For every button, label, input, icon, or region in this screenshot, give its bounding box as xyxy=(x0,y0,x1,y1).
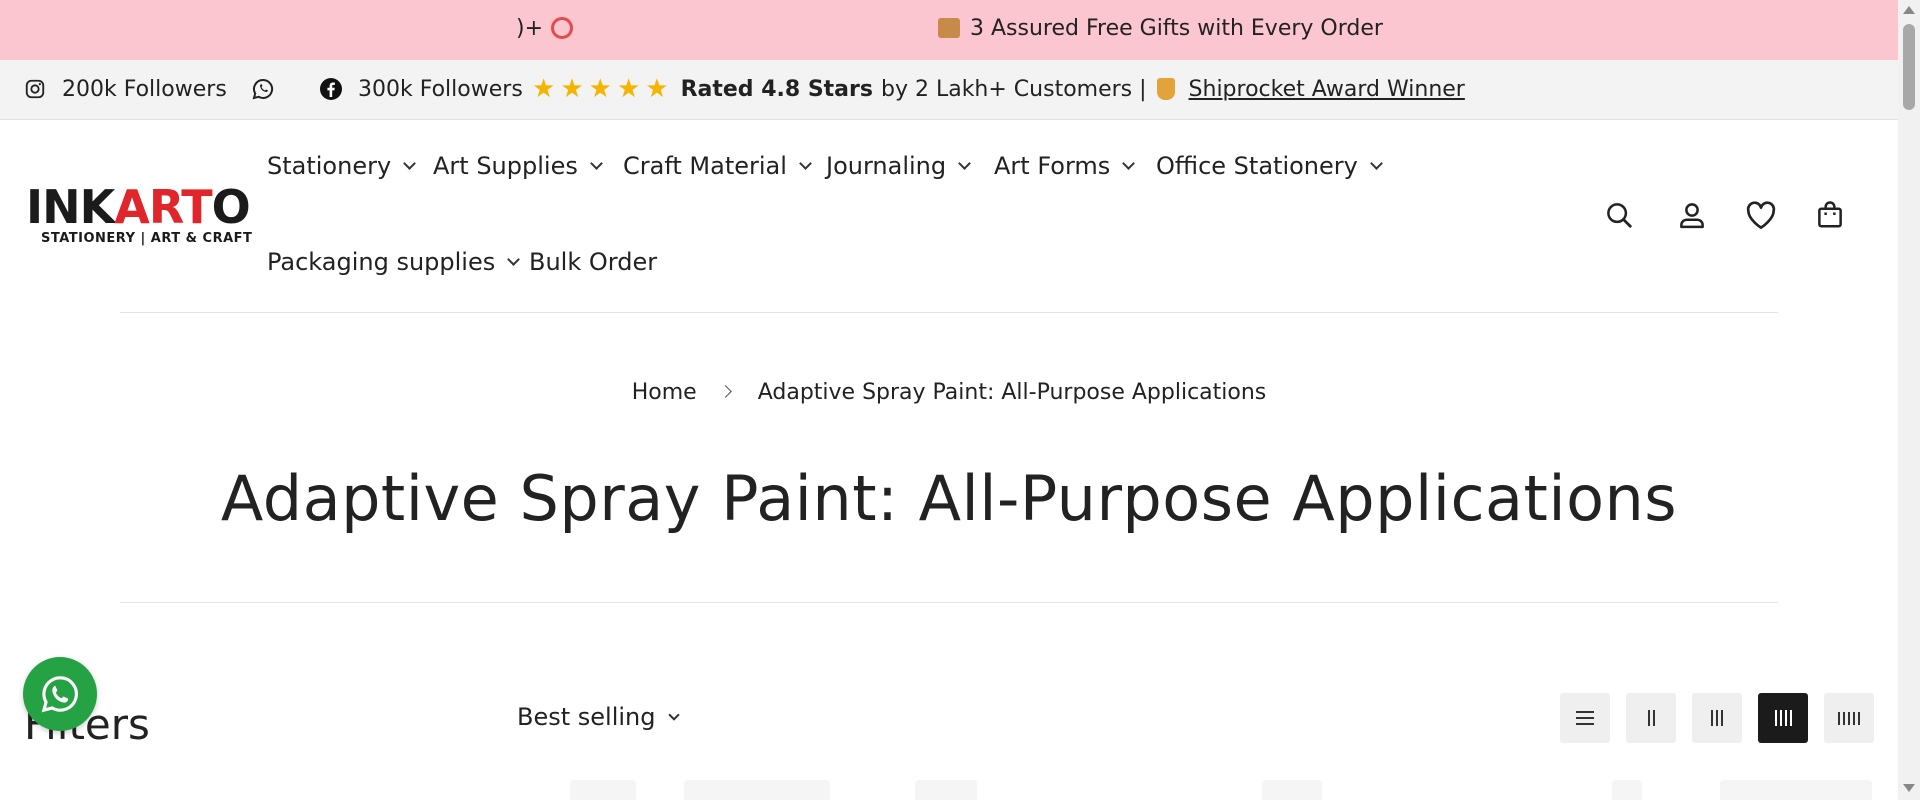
account-icon[interactable] xyxy=(1674,197,1710,233)
star-icon: ★ xyxy=(588,74,612,104)
list-view-button[interactable] xyxy=(1560,693,1610,743)
breadcrumb-home[interactable]: Home xyxy=(632,380,697,405)
rating-value: Rated 4.8 Stars xyxy=(680,76,873,102)
chevron-down-icon xyxy=(1122,157,1136,170)
rating-summary: ★ ★ ★ ★ ★ Rated 4.8 Stars by 2 Lakh+ Cus… xyxy=(532,76,1465,102)
trophy-icon xyxy=(1156,78,1175,100)
instagram-icon xyxy=(22,76,48,102)
product-image xyxy=(915,780,977,800)
whatsapp-link[interactable] xyxy=(250,76,290,102)
header-divider xyxy=(120,312,1778,313)
alarm-clock-icon xyxy=(551,17,574,39)
nav-item-craft-material[interactable]: Craft Material xyxy=(623,152,812,180)
product-image xyxy=(684,780,830,800)
instagram-followers: 200k Followers xyxy=(62,76,227,102)
page-title: Adaptive Spray Paint: All-Purpose Applic… xyxy=(220,462,1678,535)
scrollbar-thumb[interactable] xyxy=(1903,24,1915,110)
chevron-down-icon xyxy=(799,157,812,170)
grid-4-view-button[interactable] xyxy=(1758,693,1808,743)
scroll-down-icon[interactable] xyxy=(1903,784,1915,792)
product-image xyxy=(570,780,636,800)
nav-item-office-stationery[interactable]: Office Stationery xyxy=(1156,152,1383,180)
breadcrumb: Home Adaptive Spray Paint: All-Purpose Ap… xyxy=(0,380,1898,405)
chevron-down-icon xyxy=(958,157,971,170)
grid-2-view-button[interactable] xyxy=(1626,693,1676,743)
announcement-message: 3 Assured Free Gifts with Every Order xyxy=(938,16,1383,41)
award-link[interactable]: Shiprocket Award Winner xyxy=(1189,77,1465,102)
nav-item-packaging-supplies[interactable]: Packaging supplies xyxy=(267,248,521,276)
star-icon: ★ xyxy=(645,74,669,104)
rating-stars: ★ ★ ★ ★ ★ xyxy=(532,76,669,102)
nav-item-journaling[interactable]: Journaling xyxy=(826,152,971,180)
rating-customers: by 2 Lakh+ Customers | xyxy=(880,76,1147,102)
star-icon: ★ xyxy=(616,74,641,104)
site-logo[interactable]: INKARTO STATIONERY | ART & CRAFT xyxy=(26,183,252,246)
title-divider xyxy=(120,602,1778,603)
wishlist-heart-icon[interactable] xyxy=(1743,197,1779,233)
package-icon xyxy=(938,18,960,38)
chevron-down-icon xyxy=(403,157,417,170)
whatsapp-icon xyxy=(250,76,276,102)
breadcrumb-current: Adaptive Spray Paint: All-Purpose Applic… xyxy=(757,380,1267,405)
social-bar: 200k Followers 300k Followers ★ ★ ★ ★ ★ … xyxy=(0,60,1898,120)
whatsapp-chat-button[interactable] xyxy=(23,657,97,731)
page-scrollbar[interactable] xyxy=(1898,0,1920,800)
facebook-followers: 300k Followers xyxy=(358,76,523,102)
sort-select[interactable]: Best selling xyxy=(517,703,680,731)
chevron-down-icon xyxy=(589,157,603,170)
star-icon: ★ xyxy=(532,74,556,104)
facebook-link[interactable]: 300k Followers xyxy=(318,76,523,102)
search-icon[interactable] xyxy=(1601,197,1637,233)
nav-item-stationery[interactable]: Stationery xyxy=(267,152,417,180)
grid-3-view-button[interactable] xyxy=(1692,693,1742,743)
product-image xyxy=(1720,780,1872,800)
chevron-down-icon xyxy=(667,709,680,721)
whatsapp-icon xyxy=(41,676,78,713)
announcement-bar: )+ 3 Assured Free Gifts with Every Order xyxy=(0,0,1898,60)
facebook-icon xyxy=(318,76,344,102)
nav-item-bulk-order[interactable]: Bulk Order xyxy=(529,248,657,276)
chevron-down-icon xyxy=(1369,157,1383,170)
logo-tagline: STATIONERY | ART & CRAFT xyxy=(41,231,253,246)
product-image xyxy=(1262,780,1322,800)
list-view-icon xyxy=(1576,711,1594,725)
announcement-fragment: )+ xyxy=(516,16,574,41)
scroll-up-icon[interactable] xyxy=(1903,6,1915,14)
nav-item-art-forms[interactable]: Art Forms xyxy=(994,152,1136,180)
product-image xyxy=(1612,780,1642,800)
instagram-link[interactable]: 200k Followers xyxy=(22,76,227,102)
chevron-down-icon xyxy=(507,253,521,266)
star-icon: ★ xyxy=(560,74,584,104)
nav-item-art-supplies[interactable]: Art Supplies xyxy=(433,152,603,180)
grid-5-view-button[interactable] xyxy=(1824,693,1874,743)
chevron-right-icon xyxy=(718,385,732,398)
cart-bag-icon[interactable] xyxy=(1812,197,1848,233)
